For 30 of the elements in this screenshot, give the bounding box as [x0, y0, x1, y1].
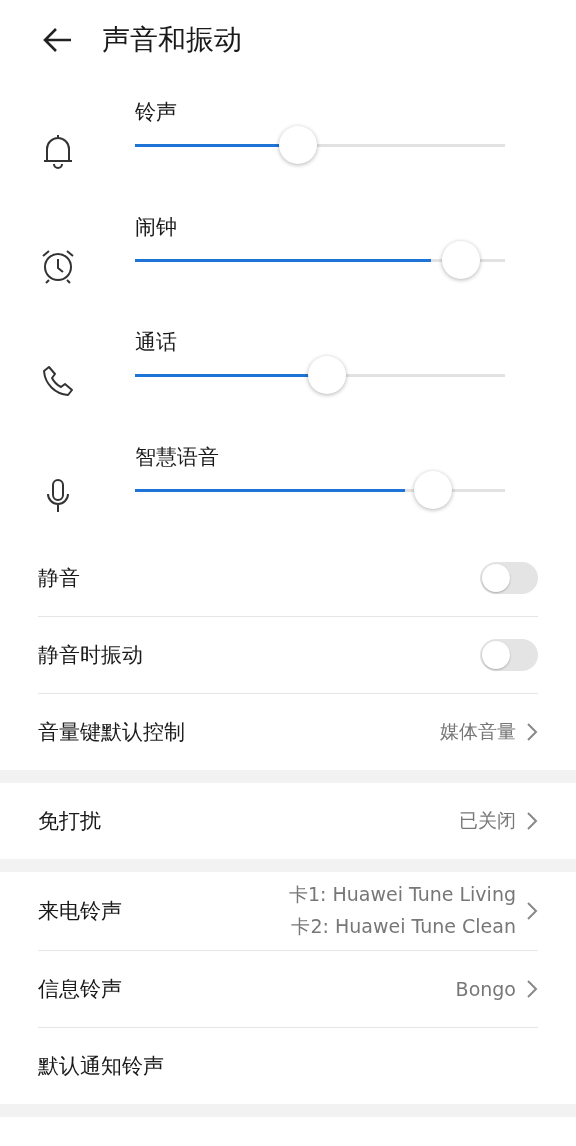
setting-value: 已关闭: [459, 808, 516, 833]
chevron-icon: [526, 811, 538, 831]
volume-label: 通话: [135, 329, 177, 356]
setting-value: 卡1: Huawei Tune Living: [288, 882, 516, 907]
setting-label: 默认通知铃声: [38, 1053, 164, 1080]
volume-label: 闹钟: [135, 214, 177, 241]
microphone-icon: [44, 477, 71, 514]
slider-thumb[interactable]: [413, 471, 452, 509]
volume-label: 铃声: [135, 99, 177, 126]
chevron-icon: [526, 722, 538, 742]
slider-thumb[interactable]: [442, 241, 481, 279]
setting-label: 信息铃声: [38, 976, 122, 1003]
phone-icon: [40, 363, 75, 398]
chevron-icon: [526, 979, 538, 999]
setting-label: 音量键默认控制: [38, 719, 185, 746]
back-icon[interactable]: [42, 27, 72, 53]
volume-label: 智慧语音: [135, 444, 219, 471]
setting-label: 静音: [38, 565, 80, 592]
setting-label: 静音时振动: [38, 642, 143, 669]
setting-value: 卡2: Huawei Tune Clean: [291, 914, 516, 939]
setting-value: 媒体音量: [440, 719, 516, 744]
slider-thumb[interactable]: [307, 356, 346, 394]
toggle-switch[interactable]: [480, 562, 538, 594]
page-title: 声音和振动: [102, 22, 242, 58]
chevron-icon: [526, 901, 538, 921]
toggle-switch[interactable]: [480, 639, 538, 671]
setting-label: 来电铃声: [38, 898, 122, 925]
setting-value: Bongo: [455, 978, 516, 1000]
setting-label: 免打扰: [38, 808, 101, 835]
slider-thumb[interactable]: [279, 126, 318, 164]
